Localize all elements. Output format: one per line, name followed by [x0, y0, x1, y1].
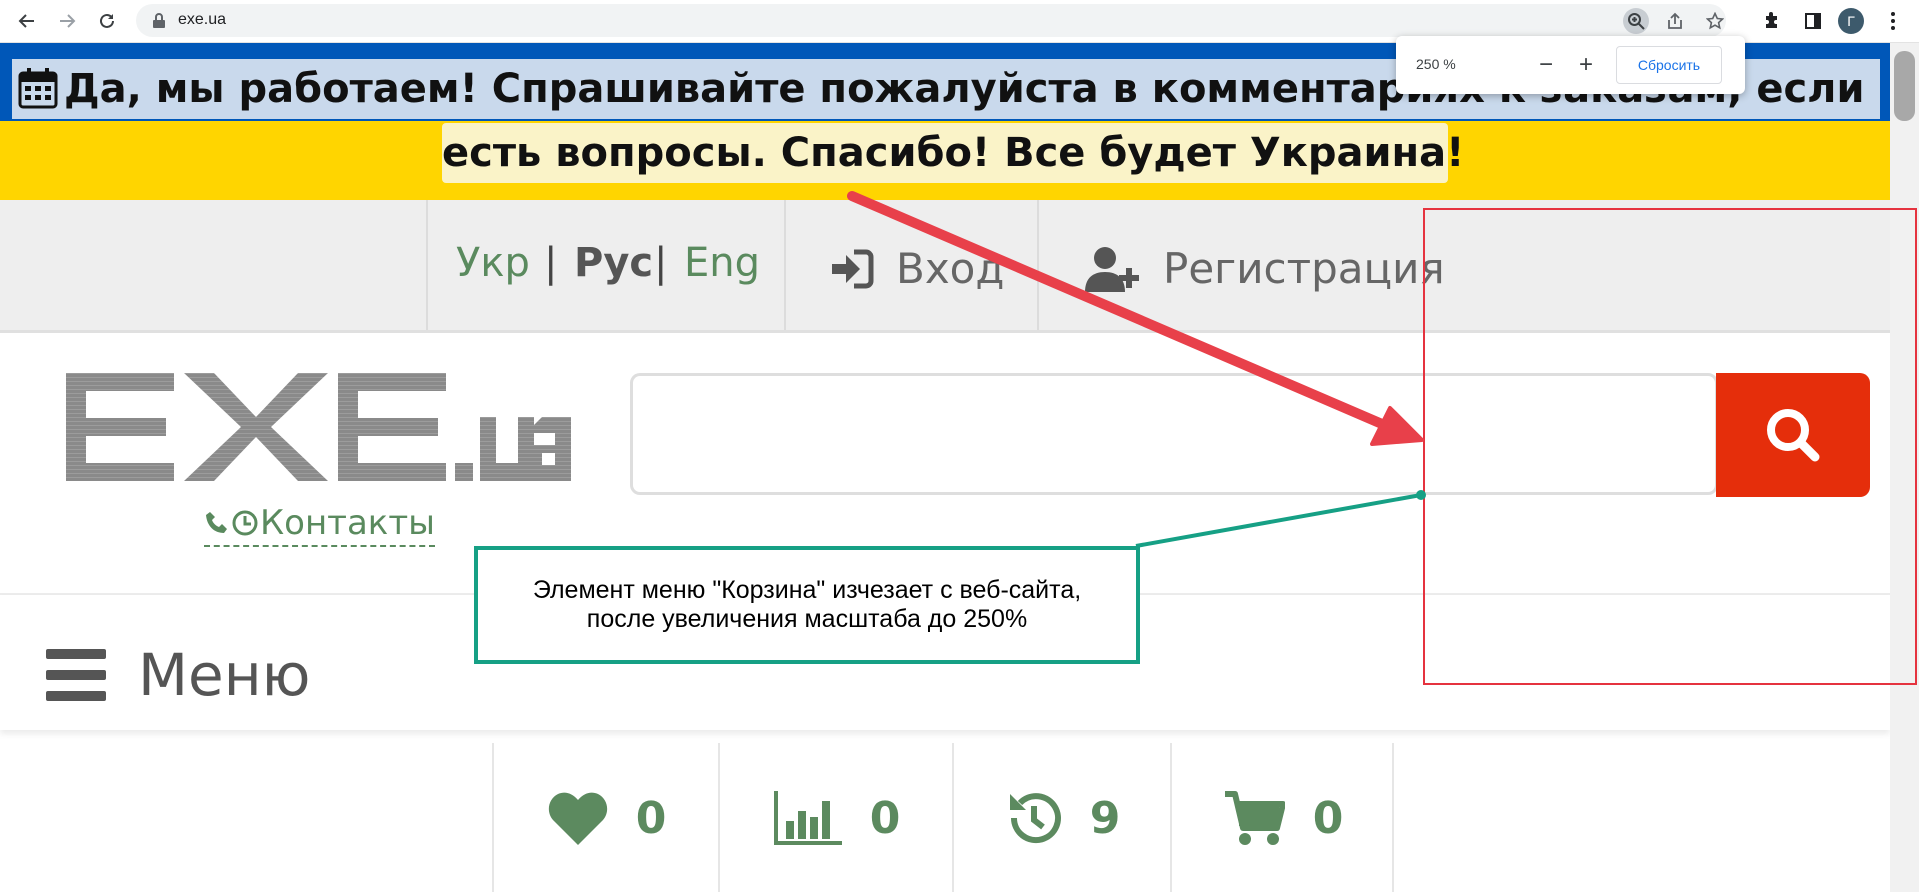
lang-eng-link[interactable]: Eng	[684, 240, 760, 286]
forward-arrow-icon	[60, 14, 76, 28]
back-arrow-icon	[18, 14, 34, 28]
login-link[interactable]: Вход	[830, 244, 1004, 293]
compare-count: 0	[869, 792, 901, 844]
site-logo[interactable]	[66, 373, 571, 483]
wishlist-count: 0	[635, 792, 667, 844]
register-link[interactable]: Регистрация	[1085, 244, 1445, 293]
lock-icon	[153, 13, 165, 28]
share-icon[interactable]	[1662, 8, 1688, 34]
history-counter[interactable]: 9	[952, 743, 1172, 892]
callout-line-1: Элемент меню "Корзина" изчезает с веб-са…	[532, 576, 1082, 604]
cart-counter[interactable]: 0	[1170, 743, 1394, 892]
history-count: 9	[1089, 792, 1121, 844]
missing-cart-highlight-box	[1423, 208, 1917, 685]
reload-icon	[100, 13, 114, 28]
address-bar[interactable]: exe.ua	[136, 4, 1726, 37]
hamburger-icon	[46, 649, 106, 701]
divider	[784, 200, 786, 330]
calendar-icon	[18, 68, 58, 109]
phone-icon	[206, 512, 227, 533]
zoom-in-button[interactable]: +	[1571, 50, 1601, 80]
annotation-callout: Элемент меню "Корзина" изчезает с веб-са…	[474, 546, 1140, 664]
login-label: Вход	[896, 244, 1005, 293]
cart-count: 0	[1312, 792, 1344, 844]
divider	[1392, 743, 1396, 892]
history-icon	[1009, 793, 1061, 844]
zoom-popup: 250 % − + Сбросить	[1396, 36, 1745, 94]
lang-separator: |	[544, 240, 558, 286]
zoom-out-button[interactable]: −	[1531, 50, 1561, 80]
clock-icon	[232, 510, 258, 536]
zoom-reset-button[interactable]: Сбросить	[1616, 46, 1722, 84]
lang-ukr-link[interactable]: Укр	[456, 240, 530, 286]
profile-avatar[interactable]: Г	[1838, 8, 1864, 34]
reload-button[interactable]	[92, 6, 122, 36]
zoom-indicator-icon[interactable]	[1623, 8, 1649, 34]
exe-ua-logo	[66, 373, 571, 481]
banner-text-2: есть вопросы. Спасибо! Все будет Украина…	[442, 123, 1464, 183]
lang-rus-current: Рус	[574, 240, 654, 286]
callout-line-2: после увеличения масштаба до 250%	[586, 605, 1028, 633]
lang-separator: |	[654, 240, 668, 286]
compare-chart-icon	[773, 791, 842, 845]
kebab-menu-icon[interactable]	[1880, 8, 1906, 34]
divider	[1037, 200, 1039, 330]
zoom-percent: 250 %	[1416, 56, 1456, 72]
scrollbar-thumb[interactable]	[1894, 51, 1915, 121]
register-label: Регистрация	[1163, 244, 1445, 293]
compare-counter[interactable]: 0	[718, 743, 954, 892]
side-panel-icon[interactable]	[1800, 8, 1826, 34]
cart-icon	[1224, 791, 1285, 845]
menu-label: Меню	[138, 641, 311, 709]
contacts-link[interactable]: Контакты	[204, 503, 435, 547]
menu-button[interactable]: Меню	[46, 641, 310, 709]
user-counters: 0 0 9 0	[0, 743, 1890, 892]
divider	[426, 200, 428, 330]
forward-button[interactable]	[52, 6, 82, 36]
sign-in-icon	[832, 249, 874, 288]
extensions-puzzle-icon[interactable]	[1759, 8, 1785, 34]
bookmark-star-icon[interactable]	[1702, 8, 1728, 34]
back-button[interactable]	[12, 6, 42, 36]
url-text: exe.ua	[178, 11, 227, 28]
contacts-label: Контакты	[260, 503, 435, 543]
wishlist-counter[interactable]: 0	[492, 743, 720, 892]
user-plus-icon	[1085, 246, 1139, 292]
heart-icon	[548, 792, 607, 845]
